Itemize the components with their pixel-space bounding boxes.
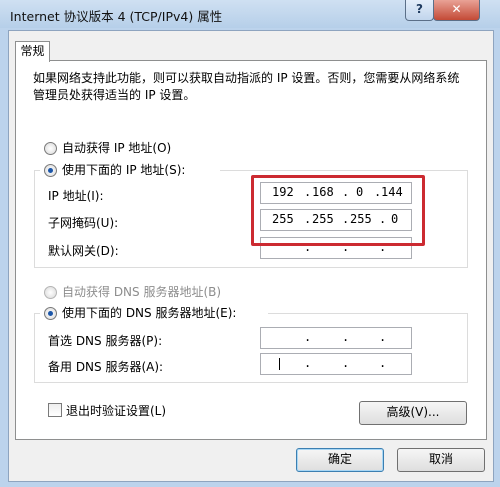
alternate-dns-label: 备用 DNS 服务器(A):: [48, 360, 164, 374]
description-text: 如果网络支持此功能，则可以获取自动指派的 IP 设置。否则，您需要从网络系统管理…: [33, 71, 460, 102]
text-caret: [279, 358, 280, 370]
close-button[interactable]: ✕: [433, 0, 480, 21]
annotation-highlight-box: [251, 175, 425, 246]
tab-general[interactable]: 常规: [15, 41, 50, 62]
cancel-button[interactable]: 取消: [397, 448, 485, 472]
radio-auto-ip-label: 自动获得 IP 地址(O): [62, 141, 172, 155]
preferred-dns-field[interactable]: . . .: [260, 327, 412, 349]
ip-dot: .: [304, 356, 312, 370]
preferred-dns-label: 首选 DNS 服务器(P):: [48, 334, 163, 348]
radio-auto-dns[interactable]: [44, 286, 57, 299]
validate-on-exit-label: 退出时验证设置(L): [66, 404, 167, 418]
ip-dot: .: [379, 330, 387, 344]
help-icon: ?: [416, 2, 423, 16]
radio-manual-dns-label: 使用下面的 DNS 服务器地址(E):: [62, 306, 237, 320]
default-gateway-label: 默认网关(D):: [48, 244, 119, 258]
ip-dot: .: [342, 356, 350, 370]
radio-manual-dns[interactable]: [44, 307, 57, 320]
window-title: Internet 协议版本 4 (TCP/IPv4) 属性: [10, 9, 223, 24]
ip-address-label: IP 地址(I):: [48, 189, 104, 203]
ip-dot: .: [379, 356, 387, 370]
ok-button[interactable]: 确定: [296, 448, 384, 472]
help-button[interactable]: ?: [405, 0, 434, 21]
close-icon: ✕: [451, 2, 462, 16]
radio-selected-dot: [48, 311, 53, 316]
radio-manual-ip-label: 使用下面的 IP 地址(S):: [62, 163, 186, 177]
ip-dot: .: [304, 330, 312, 344]
advanced-button[interactable]: 高级(V)...: [359, 401, 467, 425]
alternate-dns-field[interactable]: . . .: [260, 353, 412, 375]
radio-auto-dns-label: 自动获得 DNS 服务器地址(B): [62, 285, 222, 299]
validate-on-exit-checkbox[interactable]: [48, 403, 62, 417]
radio-selected-dot: [48, 168, 53, 173]
radio-manual-ip[interactable]: [44, 164, 57, 177]
ip-dot: .: [342, 330, 350, 344]
subnet-mask-label: 子网掩码(U):: [48, 216, 119, 230]
radio-auto-ip[interactable]: [44, 142, 57, 155]
